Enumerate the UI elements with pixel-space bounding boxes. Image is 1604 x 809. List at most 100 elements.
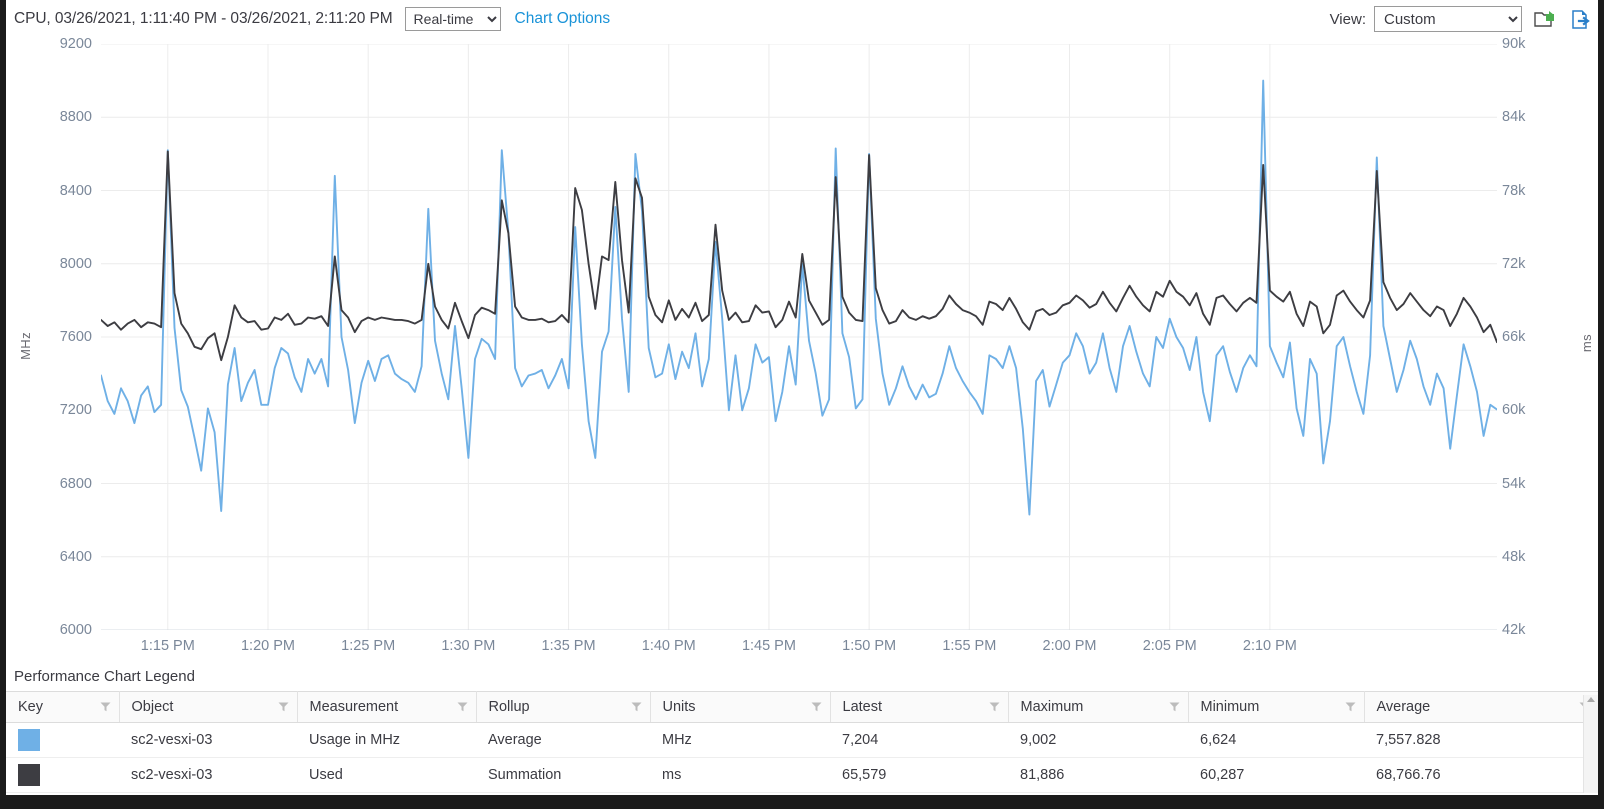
legend-column-label: Units: [662, 699, 696, 715]
filter-icon[interactable]: [1345, 702, 1356, 713]
chart-plot-svg: [101, 44, 1497, 630]
filter-icon[interactable]: [811, 702, 822, 713]
legend-cell-measurement: Used: [297, 757, 476, 793]
legend-cell-rollup: Average: [476, 722, 650, 758]
legend-cell-units: ms: [650, 757, 830, 793]
y-tick-right: 66k: [1502, 329, 1526, 345]
chart-title: CPU, 03/26/2021, 1:11:40 PM - 03/26/2021…: [14, 10, 393, 27]
legend-cell-object: sc2-vesxi-03: [119, 722, 297, 758]
legend-column-label: Rollup: [488, 699, 530, 715]
legend-row[interactable]: sc2-vesxi-03 Usage in MHz Average MHz 7,204 9…: [6, 722, 1598, 758]
x-tick: 1:25 PM: [341, 638, 396, 654]
x-tick: 1:45 PM: [741, 638, 796, 654]
y-tick-left: 6000: [59, 622, 92, 638]
legend-cell-measurement: Usage in MHz: [297, 722, 476, 758]
legend-cell-minimum: 60,287: [1188, 757, 1364, 793]
y-tick-left: 8800: [59, 109, 92, 126]
legend-column-label: Object: [131, 699, 174, 715]
y-axis-right-ticks: 42k 48k 54k 60k 66k 72k 78k 84k 90k: [1502, 36, 1562, 663]
legend-column-header[interactable]: Object: [119, 691, 298, 723]
legend-column-label: Minimum: [1200, 699, 1260, 715]
legend-column-label: Latest: [842, 699, 883, 715]
x-tick: 1:40 PM: [641, 638, 696, 654]
legend-column-label: Average: [1376, 699, 1431, 715]
x-tick: 2:10 PM: [1242, 638, 1297, 654]
legend-title: Performance Chart Legend: [14, 668, 195, 685]
legend-key-cell: [6, 722, 119, 758]
y-tick-right: 42k: [1502, 622, 1526, 638]
y-tick-left: 8400: [59, 182, 92, 199]
legend-column-header[interactable]: Key: [6, 691, 120, 723]
legend-column-label: Key: [18, 699, 43, 715]
save-chart-icon[interactable]: [1532, 6, 1558, 32]
y-tick-left: 6400: [59, 548, 92, 565]
legend-column-header[interactable]: Measurement: [297, 691, 477, 723]
chart-area: MHz ms 6000 6400 6800 7200 7600 8000 8400 8800 9…: [6, 36, 1598, 663]
y-tick-left: 6800: [59, 475, 92, 492]
scroll-up-arrow-icon[interactable]: [1587, 697, 1595, 702]
legend-cell-maximum: 81,886: [1008, 757, 1188, 793]
legend-column-header[interactable]: Minimum: [1188, 691, 1365, 723]
legend-column-label: Maximum: [1020, 699, 1084, 715]
filter-icon[interactable]: [631, 702, 642, 713]
y-tick-right: 54k: [1502, 475, 1526, 492]
legend-color-swatch: [18, 729, 40, 751]
chart-options-link[interactable]: Chart Options: [515, 10, 611, 28]
y-tick-left: 9200: [59, 36, 92, 52]
legend-cell-minimum: 6,624: [1188, 722, 1364, 758]
x-tick: 2:00 PM: [1042, 638, 1097, 654]
y-tick-right: 78k: [1502, 182, 1526, 199]
y-axis-right-title: ms: [1579, 334, 1594, 353]
legend-column-header[interactable]: Rollup: [476, 691, 651, 723]
x-tick: 1:50 PM: [842, 638, 897, 654]
y-tick-right: 72k: [1502, 255, 1526, 272]
view-select[interactable]: Custom: [1374, 6, 1522, 32]
interval-select[interactable]: Real-time: [404, 7, 501, 31]
legend-cell-latest: 7,204: [830, 722, 1008, 758]
x-tick: 2:05 PM: [1142, 638, 1197, 654]
legend-cell-latest: 65,579: [830, 757, 1008, 793]
legend-cell-rollup: Summation: [476, 757, 650, 793]
filter-icon[interactable]: [457, 702, 468, 713]
toolbar-right-group: View: Custom: [1330, 0, 1594, 38]
y-tick-right: 90k: [1502, 36, 1526, 52]
performance-chart-panel: CPU, 03/26/2021, 1:11:40 PM - 03/26/2021…: [0, 0, 1604, 809]
legend-section: Performance Chart Legend Key Object Measur…: [6, 663, 1598, 795]
filter-icon[interactable]: [1169, 702, 1180, 713]
legend-key-cell: [6, 757, 119, 793]
legend-header-row: Key Object Measurement Rollup Units Latest Max…: [6, 691, 1598, 723]
legend-column-header[interactable]: Latest: [830, 691, 1009, 723]
y-tick-right: 84k: [1502, 109, 1526, 126]
filter-icon[interactable]: [100, 702, 111, 713]
y-tick-right: 60k: [1502, 402, 1526, 419]
legend-cell-units: MHz: [650, 722, 830, 758]
legend-column-header[interactable]: Units: [650, 691, 831, 723]
legend-cell-average: 68,766.76: [1364, 757, 1598, 793]
legend-color-swatch: [18, 764, 40, 786]
x-tick: 1:30 PM: [441, 638, 496, 654]
x-tick: 1:55 PM: [942, 638, 997, 654]
legend-column-label: Measurement: [309, 699, 399, 715]
plot-area[interactable]: [101, 44, 1497, 630]
export-icon[interactable]: [1568, 6, 1594, 32]
x-tick: 1:20 PM: [240, 638, 295, 654]
legend-table: Key Object Measurement Rollup Units Latest Max…: [6, 691, 1598, 793]
legend-body: sc2-vesxi-03 Usage in MHz Average MHz 7,204 9…: [6, 722, 1598, 793]
y-tick-left: 7200: [59, 402, 92, 419]
view-label: View:: [1329, 10, 1366, 28]
legend-row[interactable]: sc2-vesxi-03 Used Summation ms 65,579 81,886 6…: [6, 757, 1598, 793]
legend-column-header[interactable]: Maximum: [1008, 691, 1189, 723]
y-axis-left-ticks: 6000 6400 6800 7200 7600 8000 8400 8800 9200: [6, 36, 92, 663]
filter-icon[interactable]: [989, 702, 1000, 713]
series-line-usage-in-mhz: [101, 79, 1497, 516]
legend-cell-maximum: 9,002: [1008, 722, 1188, 758]
chart-toolbar: CPU, 03/26/2021, 1:11:40 PM - 03/26/2021…: [6, 0, 1598, 39]
legend-scrollbar[interactable]: [1583, 695, 1598, 793]
filter-icon[interactable]: [278, 702, 289, 713]
y-tick-right: 48k: [1502, 548, 1526, 565]
legend-cell-average: 7,557.828: [1364, 722, 1598, 758]
y-tick-left: 8000: [59, 255, 92, 272]
x-tick: 1:35 PM: [541, 638, 596, 654]
legend-column-header[interactable]: Average: [1364, 691, 1598, 723]
legend-cell-object: sc2-vesxi-03: [119, 757, 297, 793]
